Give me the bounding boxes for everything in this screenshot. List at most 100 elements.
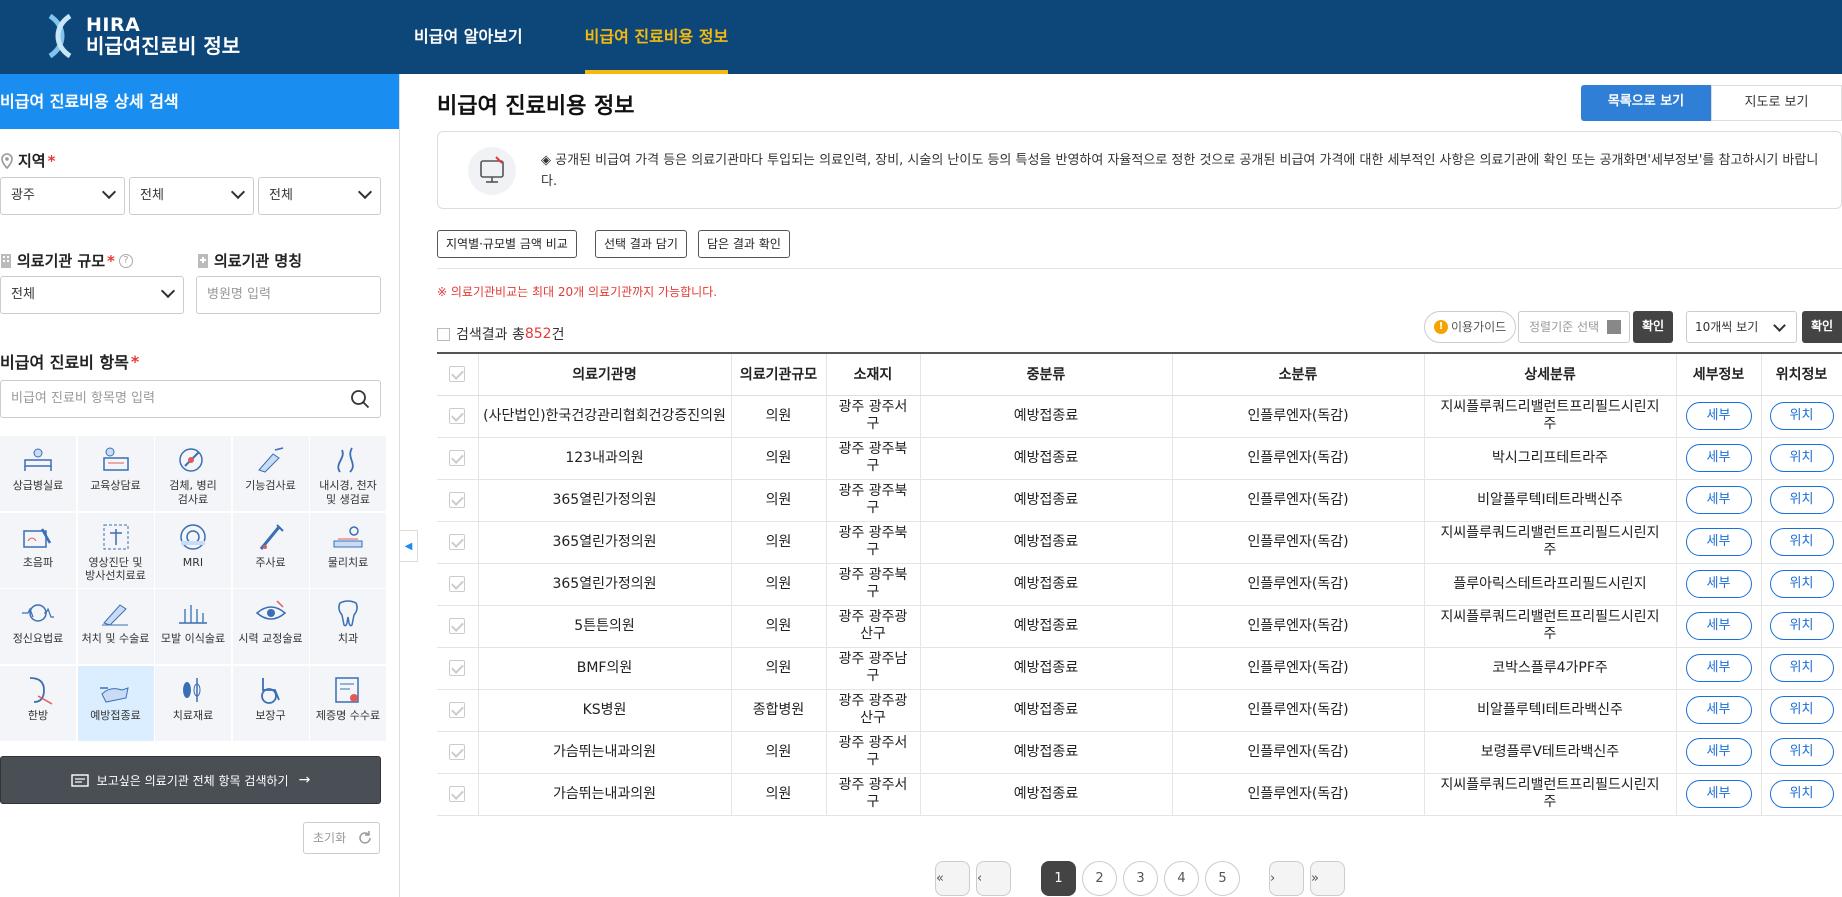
row-checkbox[interactable] xyxy=(449,407,466,424)
usage-guide-button[interactable]: ! 이용가이드 xyxy=(1424,311,1516,343)
region-select-district[interactable]: 전체 xyxy=(258,177,381,215)
category-material[interactable]: 치료재료 xyxy=(155,665,231,741)
page-number[interactable]: 4 xyxy=(1164,861,1199,896)
detail-category-cell: 박시그리프테트라주 xyxy=(1424,437,1677,480)
category-vaccine[interactable]: 예방접종료 xyxy=(77,665,154,741)
category-mri[interactable]: MRI xyxy=(155,512,231,588)
row-checkbox[interactable] xyxy=(449,743,466,760)
detail-button[interactable]: 세부 xyxy=(1685,696,1752,724)
nav-item-cost-info[interactable]: 비급여 진료비용 정보 xyxy=(584,0,728,74)
sub-category-cell: 인플루엔자(독감) xyxy=(1172,437,1425,480)
page-number[interactable]: 1 xyxy=(1041,861,1076,896)
sort-confirm-button[interactable]: 확인 xyxy=(1633,311,1673,343)
category-label: 물리치료 xyxy=(327,555,369,569)
location-button[interactable]: 위치 xyxy=(1769,528,1834,556)
category-syringe[interactable]: 주사료 xyxy=(232,512,309,588)
sidebar-collapse-toggle[interactable]: ◀ xyxy=(400,530,418,562)
compare-region-button[interactable]: 지역별·규모별 금액 비교 xyxy=(437,230,577,258)
category-specimen[interactable]: 검체, 병리 검사료 xyxy=(155,436,231,511)
location-info-cell: 위치 xyxy=(1761,647,1842,690)
detail-button[interactable]: 세부 xyxy=(1685,528,1752,556)
category-bed[interactable]: 상급병실료 xyxy=(0,436,76,511)
select-all-checkbox[interactable] xyxy=(437,327,450,341)
nav-item-about[interactable]: 비급여 알아보기 xyxy=(414,0,523,74)
first-page-icon[interactable]: « xyxy=(935,861,970,896)
vaccine-icon xyxy=(99,686,129,703)
page-size-confirm-button[interactable]: 확인 xyxy=(1802,311,1842,343)
row-checkbox[interactable] xyxy=(449,701,466,718)
list-view-button[interactable]: 목록으로 보기 xyxy=(1581,85,1711,121)
detail-button[interactable]: 세부 xyxy=(1685,654,1752,682)
detail-category-cell: 비알플루텍I테트라백신주 xyxy=(1424,689,1677,732)
category-certificate[interactable]: 제증명 수수료 xyxy=(310,665,386,741)
detail-button[interactable]: 세부 xyxy=(1685,780,1752,808)
detail-button[interactable]: 세부 xyxy=(1685,738,1752,766)
location-button[interactable]: 위치 xyxy=(1769,570,1834,598)
location-button[interactable]: 위치 xyxy=(1769,486,1834,514)
item-search-input[interactable]: 비급여 진료비 항목명 입력 xyxy=(0,380,381,418)
location-cell: 광주 광주광산구 xyxy=(826,605,921,648)
reset-button[interactable]: 초기화 xyxy=(303,822,380,854)
chevron-down-icon xyxy=(160,283,176,299)
detail-button[interactable]: 세부 xyxy=(1685,444,1752,472)
region-select-city[interactable]: 전체 xyxy=(129,177,254,215)
category-ultrasound[interactable]: 초음파 xyxy=(0,512,76,588)
detail-button[interactable]: 세부 xyxy=(1685,612,1752,640)
category-physical-therapy[interactable]: 물리치료 xyxy=(310,512,386,588)
location-button[interactable]: 위치 xyxy=(1769,696,1834,724)
page-number[interactable]: 2 xyxy=(1082,861,1117,896)
category-imaging[interactable]: 영상진단 및 방사선치료료 xyxy=(77,512,154,588)
location-button[interactable]: 위치 xyxy=(1769,780,1834,808)
row-checkbox[interactable] xyxy=(449,785,466,802)
category-acupuncture[interactable]: 한방 xyxy=(0,665,76,741)
region-select-province[interactable]: 광주 xyxy=(0,177,125,215)
detail-info-cell: 세부 xyxy=(1676,647,1762,690)
hospital-name-input[interactable]: 병원명 입력 xyxy=(196,276,381,314)
detail-button[interactable]: 세부 xyxy=(1685,486,1752,514)
row-checkbox[interactable] xyxy=(449,575,466,592)
category-hair-transplant[interactable]: 모발 이식술료 xyxy=(155,589,231,664)
search-icon[interactable] xyxy=(350,389,370,409)
mid-category-cell: 예방접종료 xyxy=(920,731,1173,774)
save-selection-button[interactable]: 선택 결과 담기 xyxy=(595,230,687,258)
location-button[interactable]: 위치 xyxy=(1769,738,1834,766)
location-info-cell: 위치 xyxy=(1761,731,1842,774)
refresh-icon xyxy=(359,831,371,844)
result-suffix: 건 xyxy=(551,327,565,343)
location-button[interactable]: 위치 xyxy=(1769,444,1834,472)
page-number[interactable]: 3 xyxy=(1123,861,1158,896)
category-eye[interactable]: 시력 교정술료 xyxy=(232,589,309,664)
sort-select[interactable]: 정렬기준 선택 xyxy=(1518,311,1630,343)
category-surgery[interactable]: 처치 및 수술료 xyxy=(77,589,154,664)
row-checkbox[interactable] xyxy=(449,617,466,634)
row-checkbox[interactable] xyxy=(449,449,466,466)
category-wheelchair[interactable]: 보장구 xyxy=(232,665,309,741)
search-all-button[interactable]: 보고싶은 의료기관 전체 항목 검색하기 → xyxy=(0,756,381,804)
map-view-button[interactable]: 지도로 보기 xyxy=(1711,85,1842,121)
row-checkbox[interactable] xyxy=(449,491,466,508)
building-icon xyxy=(1,253,11,268)
scale-select[interactable]: 전체 xyxy=(0,276,184,314)
next-page-icon[interactable]: › xyxy=(1269,861,1304,896)
category-label: 처치 및 수술료 xyxy=(81,632,150,645)
page-size-select[interactable]: 10개씩 보기 xyxy=(1686,311,1797,343)
row-checkbox[interactable] xyxy=(449,533,466,550)
help-icon[interactable]: ? xyxy=(118,253,133,268)
category-function-test[interactable]: 기능검사료 xyxy=(232,436,309,511)
category-counseling[interactable]: 교육상담료 xyxy=(77,436,154,511)
header-checkbox[interactable] xyxy=(449,366,466,383)
prev-page-icon[interactable]: ‹ xyxy=(976,861,1011,896)
page-number[interactable]: 5 xyxy=(1205,861,1240,896)
row-checkbox[interactable] xyxy=(449,659,466,676)
view-saved-button[interactable]: 담은 결과 확인 xyxy=(698,230,790,258)
detail-button[interactable]: 세부 xyxy=(1685,570,1752,598)
location-button[interactable]: 위치 xyxy=(1769,654,1834,682)
location-button[interactable]: 위치 xyxy=(1769,402,1834,430)
category-brain-wave[interactable]: 정신요법료 xyxy=(0,589,76,664)
location-button[interactable]: 위치 xyxy=(1769,612,1834,640)
detail-button[interactable]: 세부 xyxy=(1685,402,1752,430)
category-tooth[interactable]: 치과 xyxy=(310,589,386,664)
last-page-icon[interactable]: » xyxy=(1310,861,1345,896)
hira-logo[interactable]: HIRA 비급여진료비 정보 xyxy=(44,13,240,59)
category-endoscope[interactable]: 내시경, 천자 및 생검료 xyxy=(310,436,386,511)
